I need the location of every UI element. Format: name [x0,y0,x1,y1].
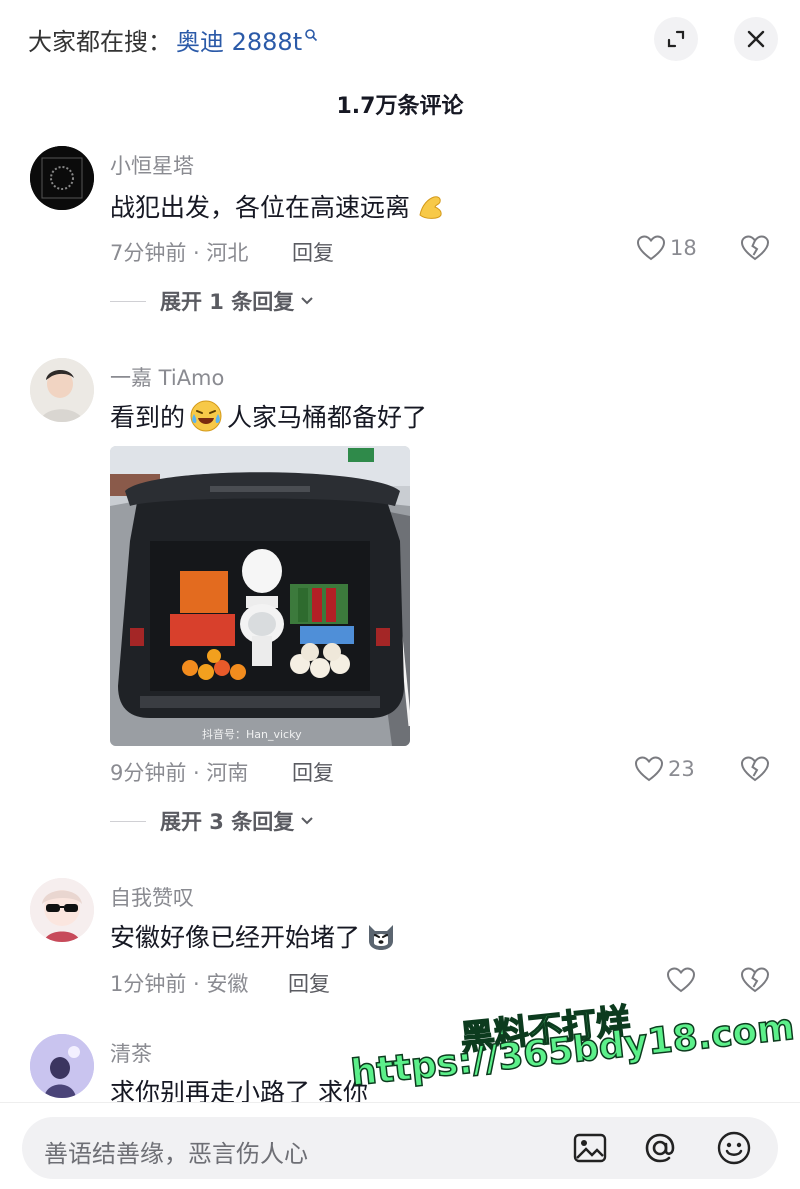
heart-icon [636,235,666,261]
broken-heart-icon [740,967,770,993]
laughing-crying-emoji-icon [190,400,222,432]
comment-image[interactable]: 抖音号：Han_vicky [110,446,410,746]
heart-icon [666,967,696,993]
comment-time-location: 7分钟前 · 河北 [110,241,249,265]
comment-time-location: 9分钟前 · 河南 [110,761,249,785]
divider-line [110,300,146,302]
dislike-button[interactable] [740,234,770,266]
divider-line [110,820,146,822]
like-button[interactable] [666,966,700,994]
comment-text: 战犯出发，各位在高速远离 [110,188,448,224]
like-button[interactable]: 23 [634,755,695,783]
emoji-icon[interactable] [716,1130,752,1166]
like-button[interactable]: 18 [636,234,697,262]
search-keyword[interactable]: 奥迪 2888t [176,22,302,57]
trending-search-hint[interactable]: 大家都在搜： 奥迪 2888t [28,22,318,57]
comment-username[interactable]: 一嘉 TiAmo [110,362,224,392]
at-icon[interactable] [642,1130,678,1166]
comment-username[interactable]: 小恒星塔 [110,150,194,180]
chevron-down-icon [301,817,313,825]
close-button[interactable] [734,17,778,61]
comment-time-location: 1分钟前 · 安徽 [110,972,249,996]
expand-replies-button[interactable]: 展开 3 条回复 [110,806,314,836]
dislike-button[interactable] [740,966,770,998]
expand-icon [667,30,685,48]
search-icon [305,28,318,41]
comment-text: 安徽好像已经开始堵了 [110,918,398,954]
like-count: 23 [668,757,695,781]
flexed-arm-emoji-icon [419,196,442,219]
broken-heart-icon [740,235,770,261]
avatar[interactable] [30,358,94,422]
reply-button[interactable]: 回复 [292,237,334,267]
reply-button[interactable]: 回复 [288,968,330,998]
expand-replies-button[interactable]: 展开 1 条回复 [110,286,314,316]
comment-input[interactable]: 善语结善缘，恶言伤人心 [22,1117,778,1179]
search-prefix: 大家都在搜： [28,28,172,56]
comment-username[interactable]: 清茶 [110,1038,152,1068]
avatar[interactable] [30,146,94,210]
image-icon[interactable] [572,1130,608,1166]
expand-button[interactable] [654,17,698,61]
husky-dog-emoji-icon [369,925,394,950]
dislike-button[interactable] [740,755,770,787]
reply-button[interactable]: 回复 [292,757,334,787]
comment-input-bar: 善语结善缘，恶言伤人心 [0,1102,800,1189]
comment-input-placeholder: 善语结善缘，恶言伤人心 [44,1140,308,1168]
like-count: 18 [670,236,697,260]
avatar[interactable] [30,1034,94,1098]
avatar[interactable] [30,878,94,942]
broken-heart-icon [740,756,770,782]
comment-text: 看到的 人家马桶都备好了 [110,398,427,434]
photo-watermark: 抖音号：Han_vicky [202,728,302,741]
comment-username[interactable]: 自我赞叹 [110,882,194,912]
heart-icon [634,756,664,782]
close-icon [747,30,765,48]
comments-header: 大家都在搜： 奥迪 2888t [0,0,800,80]
chevron-down-icon [301,297,313,305]
comment-count-title: 1.7万条评论 [336,94,464,119]
